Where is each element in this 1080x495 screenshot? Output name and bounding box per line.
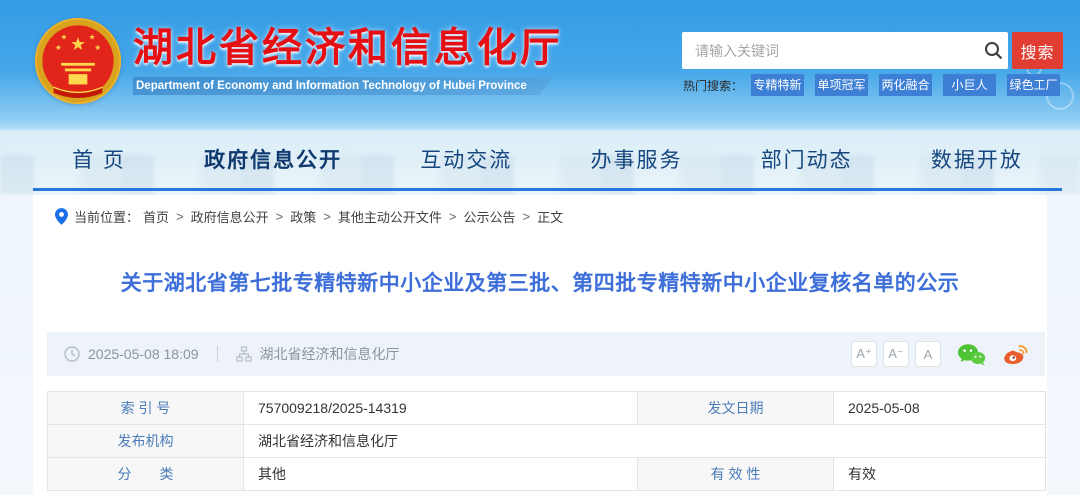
search-icon[interactable] xyxy=(978,41,1008,60)
index-number-label: 索 引 号 xyxy=(48,392,244,425)
issue-date-label: 发文日期 xyxy=(638,392,834,425)
crumb-separator: > xyxy=(176,209,184,224)
meta-row-category-validity: 分 类 其他 有 效 性 有效 xyxy=(48,458,1046,491)
crumb-policy[interactable]: 政策 xyxy=(290,207,316,226)
main-nav: 首 页 政府信息公开 互动交流 办事服务 部门动态 数据开放 xyxy=(0,130,1080,195)
article-title: 关于湖北省第七批专精特新中小企业及第三批、第四批专精特新中小企业复核名单的公示 xyxy=(33,267,1047,297)
validity-value: 有效 xyxy=(834,458,1046,491)
site-subtitle-en: Department of Economy and Information Te… xyxy=(133,77,553,95)
crumb-separator: > xyxy=(323,209,331,224)
nav-item-home[interactable]: 首 页 xyxy=(72,144,126,174)
crumb-announcements[interactable]: 公示公告 xyxy=(463,207,515,226)
clock-icon xyxy=(64,346,80,362)
svg-text:★: ★ xyxy=(89,32,96,41)
hot-search-row: 热门搜索： 专精特新 单项冠军 两化融合 小巨人 绿色工厂 xyxy=(683,74,1071,96)
breadcrumb: 当前位置： 首页 > 政府信息公开 > 政策 > 其他主动公开文件 > 公示公告… xyxy=(55,207,567,226)
nav-underline xyxy=(33,188,1062,191)
svg-text:★: ★ xyxy=(70,34,86,54)
issuing-agency-value: 湖北省经济和信息化厅 xyxy=(244,425,1046,458)
svg-text:★: ★ xyxy=(94,43,101,52)
crumb-separator: > xyxy=(522,209,530,224)
index-number-value: 757009218/2025-14319 xyxy=(244,392,638,425)
nav-item-services[interactable]: 办事服务 xyxy=(591,144,683,174)
page: ★ ★ ★ ★ ★ 湖北省经济和信息化厅 Department of Econo… xyxy=(0,0,1080,495)
meta-row-index-date: 索 引 号 757009218/2025-14319 发文日期 2025-05-… xyxy=(48,392,1046,425)
hot-search-label: 热门搜索： xyxy=(683,77,743,94)
category-value: 其他 xyxy=(244,458,638,491)
brand-text: 湖北省经济和信息化厅 Department of Economy and Inf… xyxy=(133,16,563,95)
search-box xyxy=(682,32,1008,69)
search-input[interactable] xyxy=(682,32,978,69)
category-label: 分 类 xyxy=(48,458,244,491)
crumb-current-article: 正文 xyxy=(537,207,563,226)
hot-tag-zhuanjingtexin[interactable]: 专精特新 xyxy=(751,74,804,96)
hot-tag-danxiangguanjun[interactable]: 单项冠军 xyxy=(815,74,868,96)
font-size-increase-button[interactable]: A⁺ xyxy=(851,341,877,367)
crumb-other-open-docs[interactable]: 其他主动公开文件 xyxy=(338,207,442,226)
issuing-agency-label: 发布机构 xyxy=(48,425,244,458)
crumb-home[interactable]: 首页 xyxy=(143,207,169,226)
breadcrumb-prefix: 当前位置： xyxy=(74,207,139,226)
source-org-icon xyxy=(236,346,252,362)
hot-tag-lianghuaronghe[interactable]: 两化融合 xyxy=(879,74,932,96)
publish-time: 2025-05-08 18:09 xyxy=(88,346,199,362)
nav-item-open-data[interactable]: 数据开放 xyxy=(931,144,1023,174)
hot-tag-lvsegongchang[interactable]: 绿色工厂 xyxy=(1007,74,1060,96)
svg-text:★: ★ xyxy=(55,43,62,52)
font-size-decrease-button[interactable]: A⁻ xyxy=(883,341,909,367)
meta-row-issuer: 发布机构 湖北省经济和信息化厅 xyxy=(48,425,1046,458)
crumb-gov-info[interactable]: 政府信息公开 xyxy=(191,207,269,226)
site-brand[interactable]: ★ ★ ★ ★ ★ 湖北省经济和信息化厅 Department of Econo… xyxy=(33,16,563,106)
weibo-share-icon[interactable] xyxy=(1002,343,1029,366)
meta-separator xyxy=(217,346,218,362)
nav-item-dept-news[interactable]: 部门动态 xyxy=(761,144,853,174)
site-header: ★ ★ ★ ★ ★ 湖北省经济和信息化厅 Department of Econo… xyxy=(0,0,1080,130)
article-source: 湖北省经济和信息化厅 xyxy=(260,344,400,364)
location-pin-icon xyxy=(55,208,68,225)
main-content: 当前位置： 首页 > 政府信息公开 > 政策 > 其他主动公开文件 > 公示公告… xyxy=(33,195,1047,495)
crumb-separator: > xyxy=(449,209,457,224)
nav-item-gov-info[interactable]: 政府信息公开 xyxy=(204,144,342,174)
hot-tag-xiaojuren[interactable]: 小巨人 xyxy=(943,74,996,96)
site-title: 湖北省经济和信息化厅 xyxy=(133,26,563,70)
font-size-reset-button[interactable]: A xyxy=(915,341,941,367)
validity-label: 有 效 性 xyxy=(638,458,834,491)
svg-text:★: ★ xyxy=(61,32,68,41)
wechat-share-icon[interactable] xyxy=(957,343,986,366)
national-emblem-logo: ★ ★ ★ ★ ★ xyxy=(33,16,123,106)
document-meta-table: 索 引 号 757009218/2025-14319 发文日期 2025-05-… xyxy=(47,391,1045,491)
nav-item-interaction[interactable]: 互动交流 xyxy=(420,144,512,174)
article-meta-bar: 2025-05-08 18:09 湖北省经济和信息化厅 A⁺ A⁻ A xyxy=(47,332,1045,376)
search-button[interactable]: 搜索 xyxy=(1012,32,1063,69)
crumb-separator: > xyxy=(276,209,284,224)
issue-date-value: 2025-05-08 xyxy=(834,392,1046,425)
